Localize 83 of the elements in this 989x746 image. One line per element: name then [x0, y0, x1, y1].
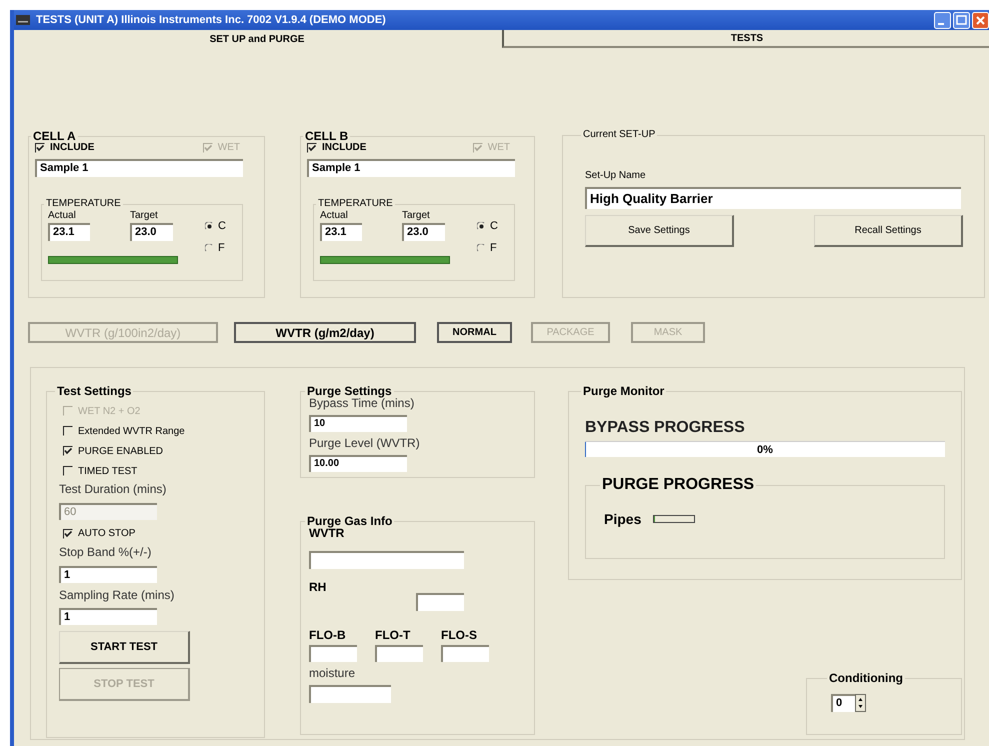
group-title: CELL A	[32, 130, 77, 142]
group-title: Conditioning	[828, 672, 904, 684]
field-label: Actual	[48, 210, 76, 221]
text-field[interactable]: Sample 1	[35, 159, 243, 177]
spin-field[interactable]: 0	[831, 694, 855, 712]
mode-button[interactable]: WVTR (g/m2/day)	[234, 322, 416, 343]
text-field[interactable]: 10.00	[309, 454, 407, 472]
radio-button[interactable]	[477, 244, 486, 252]
recall-button[interactable]: Recall Settings	[814, 214, 963, 246]
text-field[interactable]	[441, 645, 489, 662]
checkbox-label: WET	[488, 142, 510, 153]
field-label: FLO-B	[309, 628, 346, 642]
radio-label: C	[490, 220, 498, 232]
checkbox[interactable]	[35, 142, 45, 152]
checkbox-label: Extended WVTR Range	[78, 426, 185, 436]
field-label: Actual	[320, 210, 348, 221]
radio-button[interactable]	[205, 222, 214, 230]
radio-label: F	[218, 242, 225, 254]
field-label: Pipes	[604, 511, 642, 528]
checkbox-label: INCLUDE	[322, 142, 366, 153]
group-title: TEMPERATURE	[45, 199, 122, 209]
field-label: Purge Level (WVTR)	[309, 436, 420, 450]
text-field[interactable]: 1	[59, 608, 157, 626]
text-field[interactable]: 23.1	[48, 222, 90, 240]
radio-button[interactable]	[205, 244, 214, 252]
field-label: Target	[130, 210, 158, 221]
radio-button[interactable]	[477, 222, 486, 230]
save-button[interactable]: Save Settings	[585, 214, 734, 246]
mode-button[interactable]: NORMAL	[437, 322, 512, 343]
text-field[interactable]	[375, 645, 423, 662]
close-button[interactable]	[972, 12, 989, 28]
radio-label: C	[218, 220, 226, 232]
checkbox[interactable]	[307, 142, 317, 152]
text-field[interactable]: 23.0	[130, 222, 173, 240]
text-field[interactable]: 10	[309, 414, 407, 432]
group-title: PURGE PROGRESS	[601, 477, 756, 494]
start-button[interactable]: START TEST	[59, 631, 190, 664]
text-field[interactable]: 1	[59, 566, 157, 583]
group-title: CELL B	[304, 130, 350, 142]
field-label: WVTR	[309, 526, 344, 540]
field-label: FLO-T	[375, 628, 410, 642]
text-field[interactable]	[309, 550, 464, 569]
field-label: Target	[402, 210, 430, 221]
checkbox-label: INCLUDE	[50, 142, 94, 153]
text-field[interactable]: High Quality Barrier	[585, 186, 961, 208]
text-field[interactable]	[416, 592, 464, 611]
field-label: FLO-S	[441, 628, 477, 642]
text-field[interactable]: 23.0	[402, 222, 445, 240]
progress-reading: 0%	[756, 442, 774, 458]
window-title: TESTS (UNIT A) Illinois Instruments Inc. 7002 V1.9.4 (DEMO MODE)	[36, 14, 387, 26]
field-label: BYPASS PROGRESS	[585, 419, 745, 436]
checkbox-label: AUTO STOP	[78, 528, 136, 540]
checkbox-label: TIMED TEST	[78, 466, 138, 476]
checkbox-label: WET N2 + O2	[78, 406, 140, 416]
group-title: Purge Monitor	[582, 385, 666, 397]
checkbox-label: PURGE ENABLED	[78, 446, 164, 456]
group-title: TEMPERATURE	[317, 199, 394, 209]
checkbox[interactable]	[63, 426, 73, 436]
group-title: Test Settings	[56, 385, 132, 397]
field-label: Test Duration (mins)	[59, 482, 166, 496]
app-icon	[16, 15, 30, 25]
field-label: RH	[309, 580, 326, 594]
text-field[interactable]: 23.1	[320, 222, 362, 240]
group-title: Current SET-UP	[582, 130, 656, 140]
field-label: Set-Up Name	[585, 170, 646, 181]
minimize-button[interactable]	[934, 12, 951, 28]
text-field[interactable]	[309, 685, 391, 704]
group-title: Purge Settings	[306, 385, 393, 397]
text-field[interactable]	[309, 645, 357, 662]
spin-arrows-icon[interactable]	[855, 694, 866, 712]
field-label: moisture	[309, 666, 356, 680]
field-label: Sampling Rate (mins)	[59, 588, 174, 602]
field-label: Stop Band %(+/-)	[59, 544, 152, 559]
tab[interactable]: TESTS	[502, 30, 989, 48]
field-label: Bypass Time (mins)	[309, 396, 414, 410]
text-field[interactable]: Sample 1	[307, 159, 515, 177]
radio-label: F	[490, 242, 497, 254]
checkbox[interactable]	[63, 446, 73, 456]
checkbox[interactable]	[63, 528, 73, 539]
maximize-button[interactable]	[953, 12, 970, 28]
checkbox[interactable]	[63, 466, 73, 476]
group-title: Purge Gas Info	[306, 515, 394, 527]
checkbox-label: WET	[218, 142, 240, 153]
